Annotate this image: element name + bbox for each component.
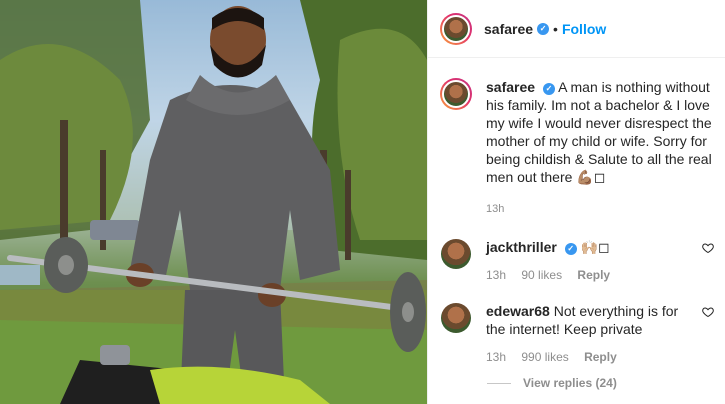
view-replies-button[interactable]: View replies (24): [523, 376, 617, 390]
follow-button[interactable]: Follow: [562, 21, 606, 37]
heart-icon[interactable]: [702, 242, 714, 254]
photo-scene: [0, 0, 427, 404]
comment-item: edewar68 Not everything is for the inter…: [440, 302, 720, 366]
verified-badge-icon: ✓: [537, 22, 550, 35]
caption-avatar[interactable]: [440, 78, 472, 110]
caption-username[interactable]: safaree: [486, 79, 535, 95]
reply-button[interactable]: Reply: [577, 268, 610, 282]
caption: safaree ✓ A man is nothing without his f…: [440, 78, 720, 218]
comment-time[interactable]: 13h: [486, 350, 506, 364]
reply-button[interactable]: Reply: [584, 350, 617, 364]
caption-time[interactable]: 13h: [486, 200, 712, 218]
heart-icon[interactable]: [702, 306, 714, 318]
comment-username[interactable]: jackthriller: [486, 239, 557, 255]
comment-item: jackthriller ✓ 🙌🏼◻ 13h 90 likes Reply: [440, 238, 720, 284]
separator-dot: •: [553, 20, 558, 37]
verified-badge-icon: ✓: [542, 83, 555, 95]
commenter-avatar[interactable]: [440, 302, 472, 334]
author-username[interactable]: safaree: [484, 21, 533, 37]
post-header: safaree ✓ • Follow: [428, 0, 725, 58]
author-avatar[interactable]: [440, 12, 472, 45]
post-sidebar: safaree ✓ • Follow safaree ✓ A man is no…: [427, 0, 725, 404]
comment-likes[interactable]: 990 likes: [521, 350, 568, 364]
comment-text: 🙌🏼◻: [580, 239, 610, 255]
comment-likes[interactable]: 90 likes: [521, 268, 562, 282]
verified-badge-icon: ✓: [564, 243, 577, 255]
post-photo: [0, 0, 427, 404]
commenter-avatar[interactable]: [440, 238, 472, 270]
comment-time[interactable]: 13h: [486, 268, 506, 282]
comment-username[interactable]: edewar68: [486, 303, 550, 319]
